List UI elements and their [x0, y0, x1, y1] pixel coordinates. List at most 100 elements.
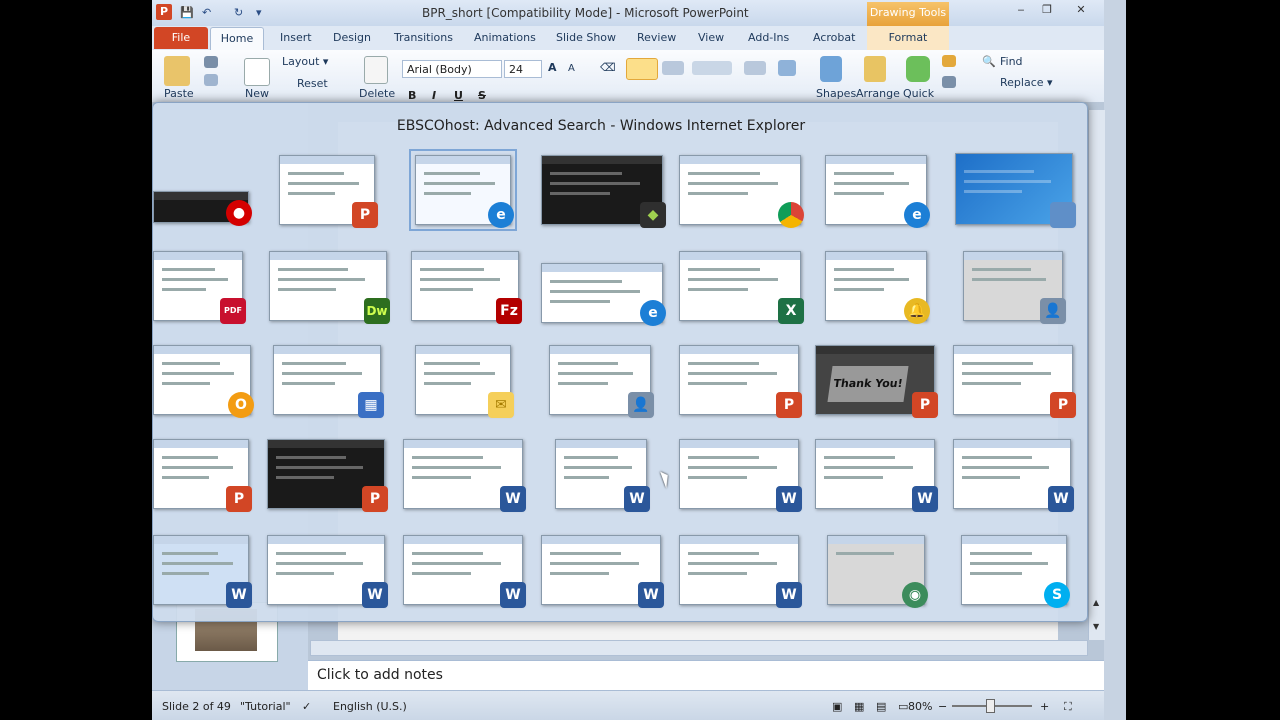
window-thumbnail[interactable]: W	[541, 535, 664, 608]
window-thumbnail[interactable]: 👤	[549, 345, 654, 418]
bullets-icon[interactable]	[626, 58, 658, 80]
maximize-button[interactable]: ❐	[1034, 2, 1060, 18]
spellcheck-icon[interactable]: ✓	[302, 700, 311, 713]
window-thumbnail[interactable]: Thank You! P	[815, 345, 938, 418]
window-thumbnail[interactable]: ✉	[415, 345, 514, 418]
window-thumbnail[interactable]: ◆	[541, 155, 666, 228]
horizontal-scrollbar[interactable]	[310, 640, 1088, 656]
window-thumbnail[interactable]: P	[679, 345, 802, 418]
window-thumbnail[interactable]: X	[679, 251, 804, 324]
window-thumbnail[interactable]: W	[679, 535, 802, 608]
zoom-in-button[interactable]: +	[1040, 700, 1049, 713]
shape-fill-icon[interactable]	[942, 55, 956, 67]
shrink-font-icon[interactable]: A	[568, 63, 575, 74]
normal-view-icon[interactable]: ▣	[832, 700, 842, 713]
minimize-button[interactable]: ‒	[1008, 2, 1034, 18]
quick-styles-label[interactable]: Quick	[903, 87, 934, 100]
arrange-label[interactable]: Arrange	[856, 87, 900, 100]
copy-icon[interactable]	[204, 74, 218, 86]
font-size-box[interactable]: 24	[504, 60, 542, 78]
tab-animations[interactable]: Animations	[474, 31, 536, 44]
find-button[interactable]: Find	[1000, 55, 1023, 68]
window-thumbnail[interactable]: e	[825, 155, 930, 228]
tab-add-ins[interactable]: Add-Ins	[748, 31, 789, 44]
tab-transitions[interactable]: Transitions	[394, 31, 453, 44]
window-thumbnail[interactable]: P	[267, 439, 388, 512]
tab-acrobat[interactable]: Acrobat	[813, 31, 855, 44]
window-thumbnail[interactable]: ◉	[827, 535, 928, 608]
shape-outline-icon[interactable]	[942, 76, 956, 88]
shapes-icon[interactable]	[820, 56, 842, 82]
paste-label[interactable]: Paste	[164, 87, 194, 100]
slideshow-view-icon[interactable]: ▭	[898, 700, 908, 713]
window-thumbnail[interactable]: P	[279, 155, 378, 228]
window-thumbnail[interactable]: W	[953, 439, 1074, 512]
window-thumbnail[interactable]: Fz	[411, 251, 522, 324]
window-thumbnail[interactable]: ▦	[273, 345, 384, 418]
window-thumbnail[interactable]: W	[555, 439, 650, 512]
tab-slide-show[interactable]: Slide Show	[556, 31, 616, 44]
window-thumbnail[interactable]: ●	[153, 191, 252, 226]
tab-view[interactable]: View	[698, 31, 724, 44]
redo-icon[interactable]: ↻	[234, 6, 243, 19]
save-icon[interactable]: 💾	[180, 6, 194, 19]
notes-pane[interactable]: Click to add notes	[308, 660, 1104, 691]
new-slide-label[interactable]: New	[245, 87, 269, 100]
arrange-icon[interactable]	[864, 56, 886, 82]
tab-insert[interactable]: Insert	[280, 31, 312, 44]
numbering-icon[interactable]	[662, 61, 684, 75]
window-thumbnail[interactable]: P	[953, 345, 1076, 418]
scroll-up-icon[interactable]: ▲	[1093, 598, 1099, 607]
window-thumbnail[interactable]: P	[153, 439, 252, 512]
language-label[interactable]: English (U.S.)	[333, 700, 407, 713]
zoom-out-button[interactable]: −	[938, 700, 947, 713]
strikethrough-button[interactable]: S	[478, 89, 486, 102]
tab-format[interactable]: Format	[867, 26, 949, 50]
find-icon[interactable]: 🔍	[982, 55, 996, 68]
window-thumbnail[interactable]: W	[403, 439, 526, 512]
quick-styles-icon[interactable]	[906, 56, 930, 82]
italic-button[interactable]: I	[432, 89, 436, 102]
bold-button[interactable]: B	[408, 89, 416, 102]
tab-design[interactable]: Design	[333, 31, 371, 44]
window-thumbnail[interactable]: S	[961, 535, 1070, 608]
underline-button[interactable]: U	[454, 89, 463, 102]
window-thumbnail[interactable]: W	[815, 439, 938, 512]
window-thumbnail[interactable]: W	[679, 439, 802, 512]
zoom-level[interactable]: 80%	[908, 700, 932, 713]
text-direction-icon[interactable]	[778, 60, 796, 76]
undo-icon[interactable]: ↶	[202, 6, 211, 19]
replace-button[interactable]: Replace ▾	[1000, 76, 1053, 89]
window-thumbnail[interactable]: 👤	[963, 251, 1066, 324]
window-thumbnail[interactable]: Dw	[269, 251, 390, 324]
reading-view-icon[interactable]: ▤	[876, 700, 886, 713]
zoom-slider-thumb[interactable]	[986, 699, 995, 713]
font-name-box[interactable]: Arial (Body)	[402, 60, 502, 78]
window-thumbnail[interactable]: 🔔	[825, 251, 930, 324]
window-thumbnail-selected[interactable]: e	[409, 149, 517, 231]
window-thumbnail[interactable]: e	[541, 263, 666, 326]
fit-slide-icon[interactable]: ⛶	[1064, 700, 1072, 714]
window-thumbnail[interactable]: W	[403, 535, 526, 608]
powerpoint-icon[interactable]: P	[156, 4, 172, 20]
window-thumbnail[interactable]: O	[153, 345, 254, 418]
indent-icon[interactable]	[692, 61, 732, 75]
delete-label[interactable]: Delete	[359, 87, 395, 100]
qat-more-icon[interactable]: ▾	[256, 6, 262, 19]
desktop-thumbnail[interactable]	[955, 153, 1076, 228]
layout-button[interactable]: Layout ▾	[282, 55, 328, 68]
window-thumbnail[interactable]: PDF	[153, 251, 246, 324]
shapes-label[interactable]: Shapes	[816, 87, 856, 100]
paste-icon[interactable]	[164, 56, 190, 86]
close-button[interactable]: ✕	[1068, 2, 1094, 18]
tab-file[interactable]: File	[154, 27, 208, 49]
clear-format-icon[interactable]: ⌫	[600, 61, 616, 74]
line-spacing-icon[interactable]	[744, 61, 766, 75]
cut-icon[interactable]	[204, 56, 218, 68]
new-slide-icon[interactable]	[244, 58, 270, 86]
grow-font-icon[interactable]: A	[548, 61, 557, 74]
reset-button[interactable]: Reset	[297, 77, 328, 90]
window-thumbnail[interactable]: W	[153, 535, 252, 608]
window-thumbnail[interactable]: W	[267, 535, 388, 608]
delete-icon[interactable]	[364, 56, 388, 84]
